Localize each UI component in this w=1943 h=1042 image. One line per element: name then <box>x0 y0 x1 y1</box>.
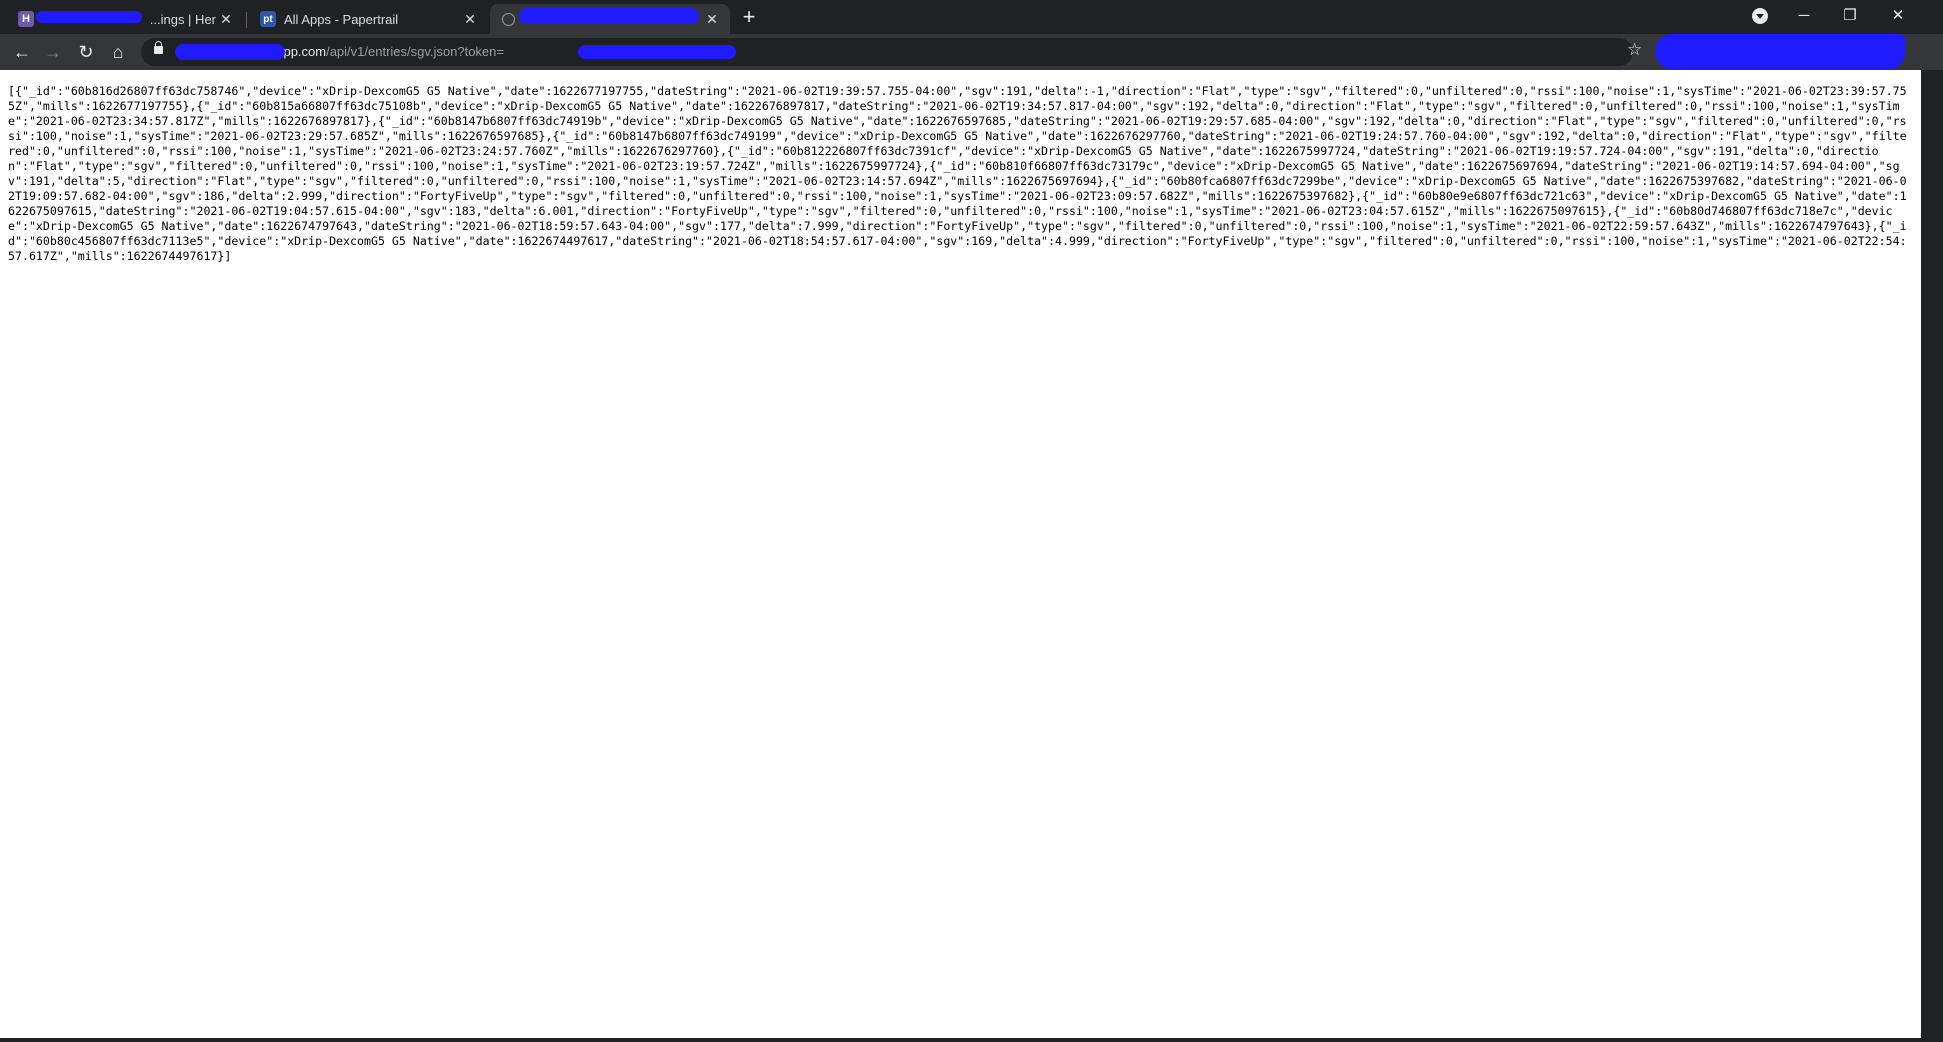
lock-icon[interactable] <box>154 41 163 54</box>
redaction-mark <box>36 11 142 23</box>
redaction-mark <box>519 8 699 24</box>
plus-icon[interactable]: + <box>738 6 760 29</box>
papertrail-favicon-icon: pt <box>260 11 276 27</box>
tab-search-icon[interactable] <box>1752 8 1768 24</box>
tab-separator <box>246 12 247 28</box>
close-icon[interactable]: ✕ <box>460 9 480 29</box>
tab-title: All Apps - Papertrail <box>284 11 399 27</box>
globe-icon <box>502 12 515 26</box>
window-edge-bottom <box>0 1038 1943 1042</box>
page-content: [{"_id":"60b816d26807ff63dc758746","devi… <box>0 70 1921 1038</box>
back-icon[interactable]: ← <box>10 40 34 64</box>
h-favicon-icon: H <box>18 11 34 27</box>
close-icon[interactable]: ✕ <box>702 9 722 29</box>
address-bar[interactable]: uapp.com/api/v1/entries/sgv.json?token= … <box>141 38 1642 66</box>
minimize-icon[interactable]: ─ <box>1781 0 1827 30</box>
home-icon[interactable]: ⌂ <box>106 40 130 64</box>
browser-toolbar: ← → ↻ ⌂ uapp.com/api/v1/entries/sgv.json… <box>0 34 1943 70</box>
tab-strip: H ...ings | Her ✕ pt All Apps - Papertra… <box>0 0 1943 34</box>
window-edge <box>1921 70 1943 1042</box>
restore-icon[interactable]: ❐ <box>1827 0 1873 30</box>
forward-icon[interactable]: → <box>41 40 65 64</box>
redaction-mark <box>1655 34 1905 70</box>
reload-icon[interactable]: ↻ <box>74 40 98 64</box>
json-response-text: [{"_id":"60b816d26807ff63dc758746","devi… <box>8 84 1907 263</box>
star-icon[interactable]: ☆ <box>1627 40 1642 60</box>
redaction-mark <box>578 45 736 59</box>
tab-papertrail[interactable]: pt All Apps - Papertrail ✕ <box>248 4 488 34</box>
redaction-mark <box>175 44 285 60</box>
close-icon[interactable]: ✕ <box>216 9 236 29</box>
url-path: /api/v1/entries/sgv.json?token= <box>326 44 504 59</box>
close-window-icon[interactable]: ✕ <box>1873 0 1923 30</box>
